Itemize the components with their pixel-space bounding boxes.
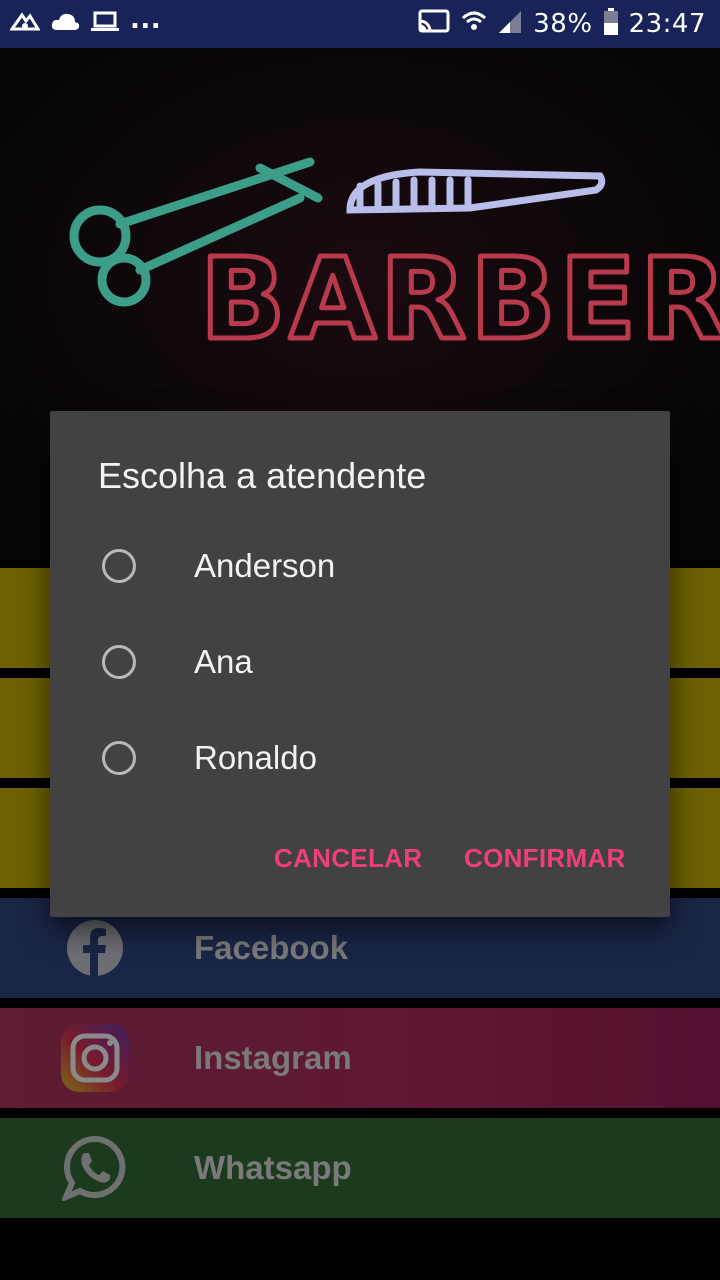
option-ana[interactable]: Ana [50, 614, 670, 710]
battery-percent: 38% [533, 9, 593, 39]
battery-icon [603, 7, 619, 41]
signal-icon [497, 9, 523, 40]
option-ronaldo[interactable]: Ronaldo [50, 710, 670, 806]
option-label: Anderson [194, 547, 336, 584]
dialog-title: Escolha a atendente [98, 455, 427, 496]
option-anderson[interactable]: Anderson [50, 518, 670, 614]
choose-attendant-dialog: Escolha a atendente Anderson Ana Ronaldo… [50, 411, 670, 917]
menu-item-whatsapp[interactable]: Whatsapp [0, 1118, 720, 1218]
laptop-icon [90, 10, 120, 39]
radio-button[interactable] [102, 741, 136, 775]
menu-item-label: Facebook [194, 929, 349, 966]
status-right: 38% 23:47 [417, 7, 706, 41]
app-screen: ... 38% 23:47 BARBER Facebook Instagram … [0, 0, 720, 1280]
whatsapp-icon [60, 1133, 130, 1203]
option-label: Ronaldo [194, 739, 317, 776]
more-notifications-indicator: ... [130, 5, 162, 35]
app-notification-icon [9, 11, 41, 38]
status-left: ... [9, 5, 161, 39]
menu-item-label: Instagram [194, 1039, 352, 1076]
menu-item-label: Whatsapp [194, 1149, 352, 1186]
clock: 23:47 [628, 9, 706, 39]
confirm-button[interactable]: CONFIRMAR [464, 843, 626, 874]
cast-icon [417, 9, 451, 40]
wifi-icon [461, 9, 487, 40]
cloud-icon [50, 11, 80, 38]
radio-button[interactable] [102, 549, 136, 583]
menu-item-instagram[interactable]: Instagram [0, 1008, 720, 1108]
radio-button[interactable] [102, 645, 136, 679]
facebook-icon [60, 913, 130, 983]
barber-neon-text: BARBER [200, 235, 720, 365]
option-label: Ana [194, 643, 253, 680]
status-bar: ... 38% 23:47 [0, 0, 720, 48]
instagram-icon [60, 1023, 130, 1093]
cancel-button[interactable]: CANCELAR [274, 843, 422, 874]
